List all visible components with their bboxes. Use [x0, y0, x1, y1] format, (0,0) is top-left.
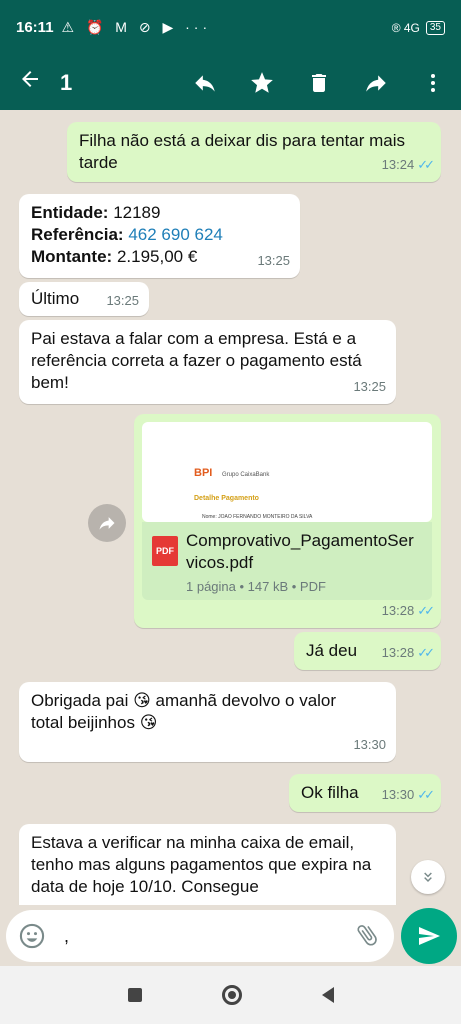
message-meta: 13:30 ✓✓ — [381, 784, 435, 806]
message-time: 13:28 — [381, 603, 415, 618]
message-time: 13:25 — [353, 379, 386, 394]
status-time: 16:11 — [16, 19, 54, 36]
emoji-icon[interactable] — [18, 922, 46, 950]
thumb-line: Nome: JOAO FERNANDO MONTEIRO DA SILVA — [202, 514, 313, 520]
message-time: 13:24 — [381, 157, 415, 172]
attach-icon[interactable] — [354, 922, 382, 950]
message-outgoing[interactable]: Filha não está a deixar dis para tentar … — [67, 122, 441, 182]
pdf-icon: PDF — [152, 536, 178, 566]
kiss-emoji-icon: 😘 — [139, 713, 158, 732]
message-time: 13:25 — [106, 293, 139, 308]
message-meta: 13:30 — [353, 734, 386, 756]
payment-line-amount: Montante: 2.195,00 € — [31, 247, 198, 266]
status-bar: 16:11 ⚠ ⏰ M ⊘ ▶ ··· ® 4G 35 — [0, 0, 461, 55]
message-incoming[interactable]: Pai estava a falar com a empresa. Está e… — [19, 320, 396, 404]
system-nav-bar — [0, 966, 461, 1024]
reply-icon[interactable] — [176, 70, 233, 96]
send-icon — [419, 927, 440, 945]
message-text-line2: total beijinhos 😘 — [31, 713, 158, 732]
message-text-line1: Obrigada pai 😘 amanhã devolvo o valor — [31, 691, 337, 710]
message-outgoing[interactable]: Ok filha 13:30 ✓✓ — [289, 774, 441, 812]
signal-icon: ® 4G — [391, 20, 420, 35]
message-meta: 13:24 ✓✓ — [381, 154, 435, 176]
message-document[interactable]: BPI Grupo CaixaBank Detalhe Pagamento No… — [134, 414, 441, 628]
message-incoming[interactable]: Último 13:25 — [19, 282, 149, 316]
message-text: Filha não está a deixar dis para tentar … — [79, 131, 406, 172]
document-info[interactable]: PDF Comprovativo_PagamentoSer vicos.pdf … — [142, 522, 432, 600]
back-icon[interactable] — [321, 987, 334, 1003]
document-name: Comprovativo_PagamentoSer vicos.pdf — [186, 531, 414, 572]
recents-icon[interactable] — [127, 988, 142, 1002]
message-incoming[interactable]: Estava a verificar na minha caixa de ema… — [19, 824, 396, 905]
message-time: 13:30 — [353, 737, 386, 752]
home-icon[interactable] — [221, 985, 242, 1005]
read-ticks-icon: ✓✓ — [417, 787, 435, 802]
kiss-emoji-icon: 😘 — [133, 691, 151, 710]
payment-line-reference: Referência: 462 690 624 — [31, 225, 223, 244]
read-ticks-icon: ✓✓ — [417, 157, 435, 172]
message-text: Já deu — [306, 641, 358, 660]
bpi-logo: BPI — [194, 467, 213, 479]
reference-link[interactable]: 462 690 624 — [128, 225, 223, 244]
message-text: Estava a verificar na minha caixa de ema… — [31, 833, 372, 896]
battery-icon: 35 — [425, 20, 445, 35]
message-time: 13:25 — [257, 253, 290, 268]
message-meta: 13:25 — [106, 290, 139, 312]
message-meta: 13:28 ✓✓ — [381, 600, 435, 622]
message-meta: 13:28 ✓✓ — [381, 642, 435, 664]
chat-area[interactable]: Filha não está a deixar dis para tentar … — [0, 110, 461, 905]
notification-icons: ⚠ ⏰ M ⊘ ▶ ··· — [61, 19, 212, 35]
back-arrow-icon[interactable] — [0, 67, 60, 98]
read-ticks-icon: ✓✓ — [417, 603, 435, 618]
more-vert-icon[interactable] — [404, 71, 461, 95]
message-time: 13:28 — [381, 645, 415, 660]
payment-line-entity: Entidade: 12189 — [31, 203, 161, 222]
message-text: Último — [31, 289, 80, 308]
star-icon[interactable] — [233, 70, 290, 96]
delete-icon[interactable] — [290, 71, 347, 95]
message-input-bar: , — [6, 910, 394, 962]
selection-app-bar: 1 — [0, 55, 461, 110]
message-time: 13:30 — [381, 787, 415, 802]
selected-count: 1 — [60, 69, 73, 95]
message-incoming[interactable]: Entidade: 12189 Referência: 462 690 624 … — [19, 194, 300, 278]
send-button[interactable] — [401, 908, 457, 964]
status-right: ® 4G 35 — [391, 20, 445, 35]
forward-icon[interactable] — [347, 70, 404, 96]
message-input[interactable]: , — [64, 926, 354, 947]
message-meta: 13:25 — [257, 250, 290, 272]
message-meta: 13:25 — [353, 376, 386, 398]
thumb-group: Grupo CaixaBank — [222, 472, 270, 478]
read-ticks-icon: ✓✓ — [417, 645, 435, 660]
message-text: Pai estava a falar com a empresa. Está e… — [31, 329, 362, 392]
scroll-down-icon[interactable] — [411, 860, 445, 894]
message-outgoing[interactable]: Já deu 13:28 ✓✓ — [294, 632, 441, 670]
message-incoming[interactable]: Obrigada pai 😘 amanhã devolvo o valor to… — [19, 682, 396, 762]
forward-shortcut-icon[interactable] — [88, 504, 126, 542]
document-thumbnail[interactable]: BPI Grupo CaixaBank Detalhe Pagamento No… — [142, 422, 432, 522]
message-text: Ok filha — [301, 783, 359, 802]
document-meta: 1 página • 147 kB • PDF — [186, 579, 326, 594]
action-icons — [176, 70, 461, 96]
